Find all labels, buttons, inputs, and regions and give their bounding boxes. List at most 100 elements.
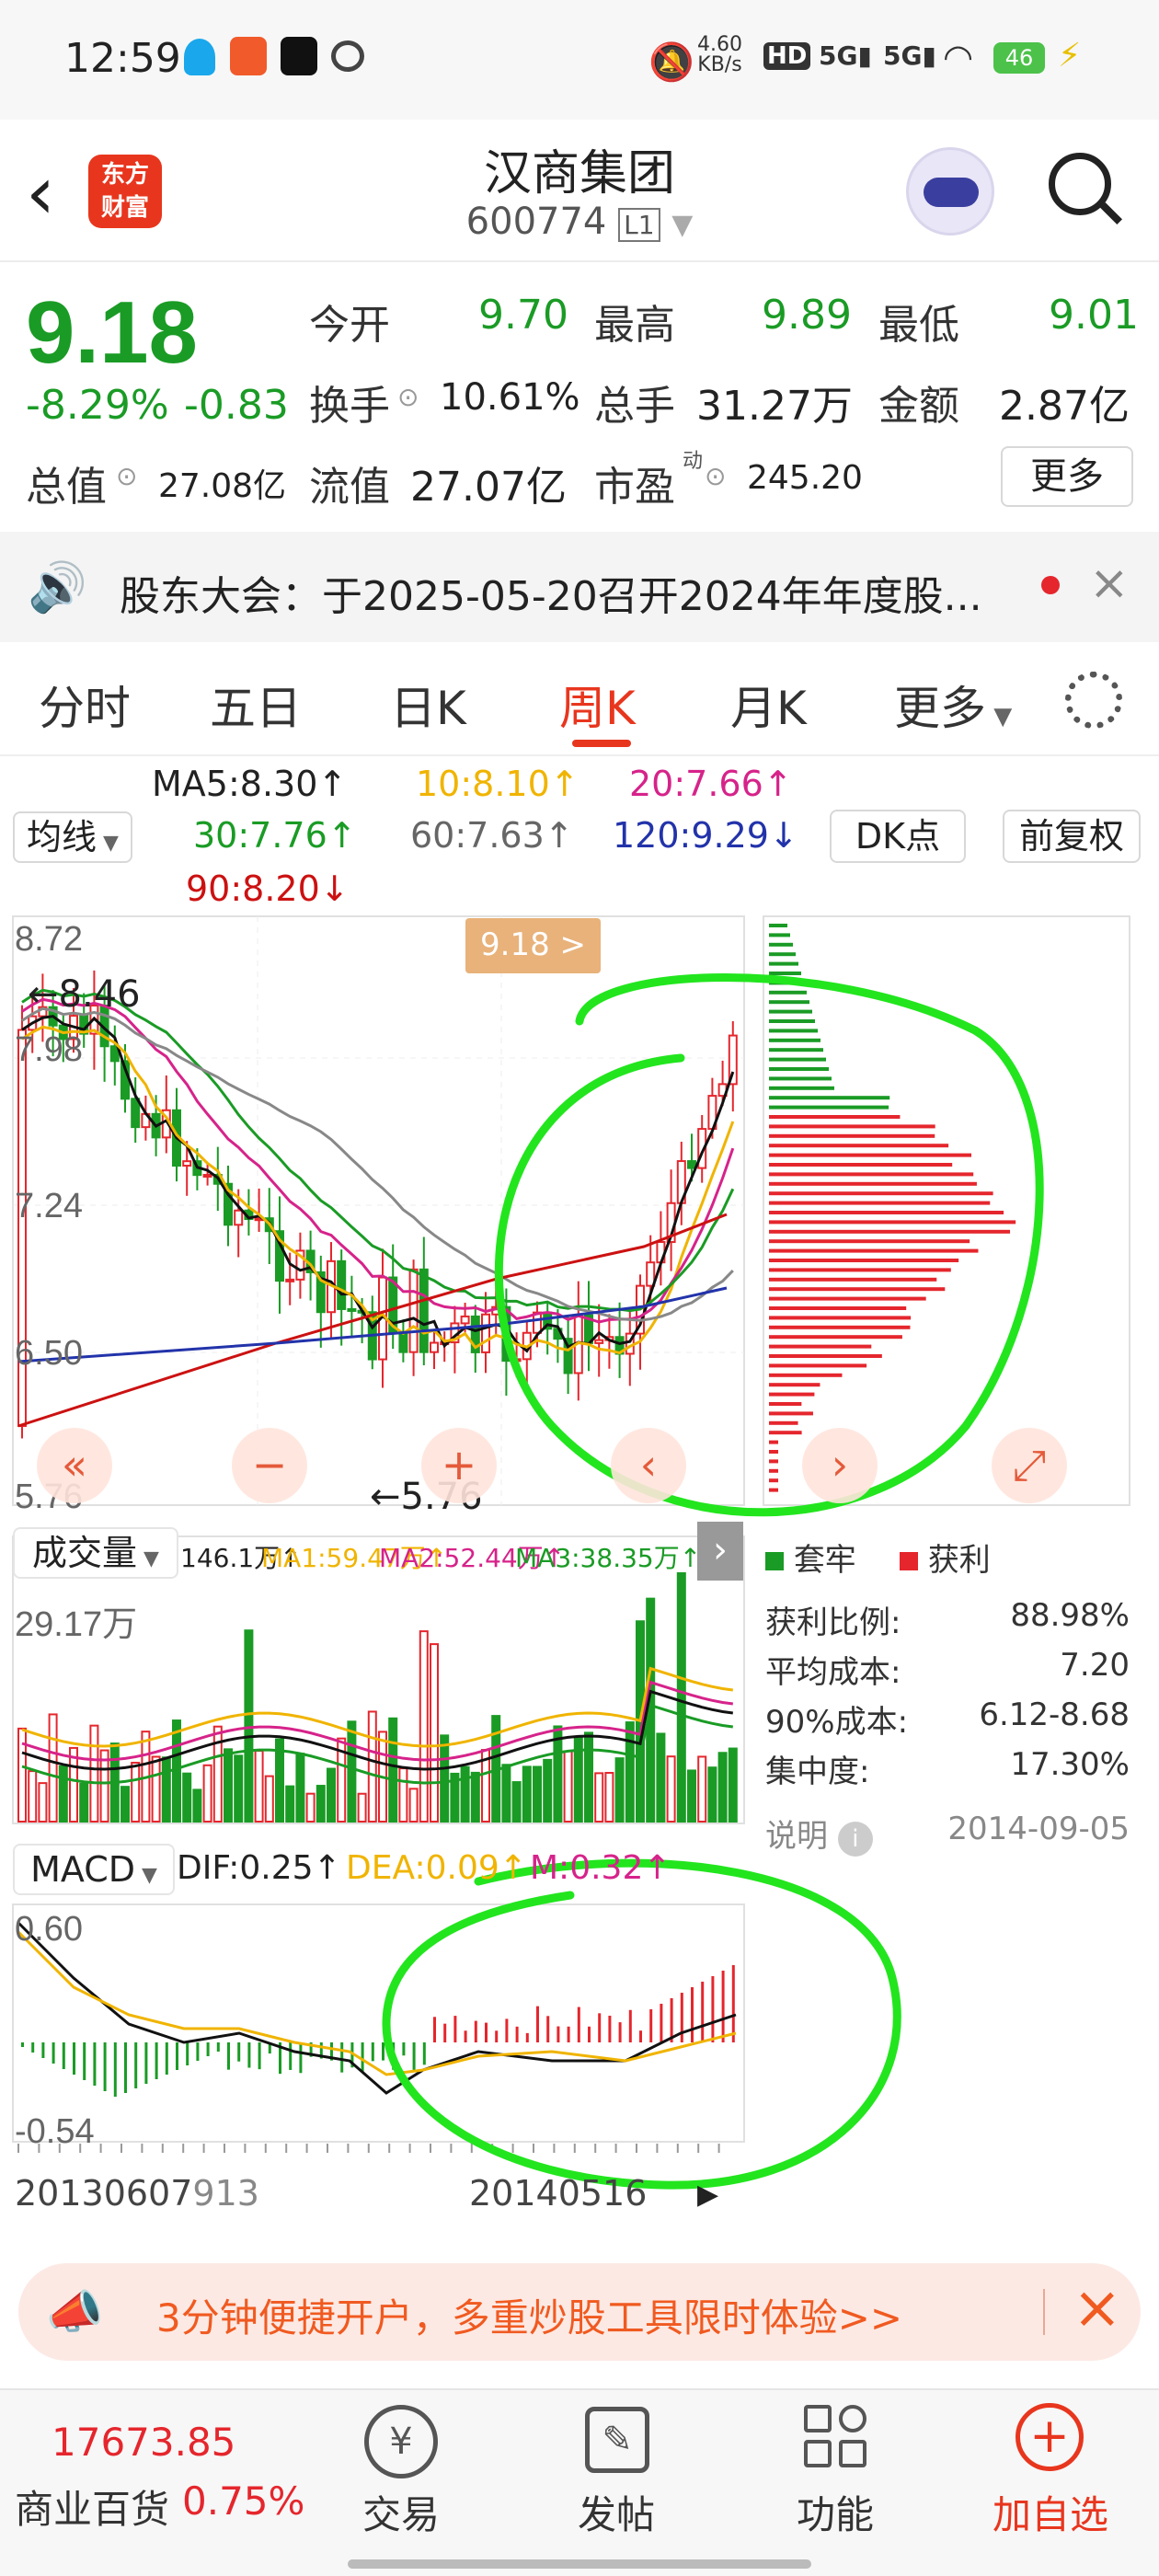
dk-point-button[interactable]: DK点 [830,810,966,863]
volume-bar [604,1772,614,1823]
index-change[interactable]: 0.75% [182,2478,304,2524]
chip-bar [769,1468,778,1473]
candle-body [481,1313,490,1353]
pe-value: 245.20 [747,459,863,497]
chip-bar [769,1172,974,1177]
tab-weekly-k[interactable]: 周K [559,672,636,738]
wifi-icon: ◠ [943,37,974,77]
chip-bar [769,1277,937,1282]
close-icon[interactable]: × [1089,556,1130,611]
macd-bar [371,2042,374,2062]
add-icon[interactable]: + [1016,2403,1084,2471]
macd-bar [485,2022,488,2042]
macd-bar [144,2042,148,2084]
tab-monthly-k[interactable]: 月K [730,672,807,738]
scroll-left-icon[interactable]: ‹ [611,1428,686,1503]
candle-body [337,1259,347,1310]
y-label-3: 7.24 [15,1187,83,1225]
legend-swatch-red [900,1552,918,1570]
volume-bar [305,1792,316,1823]
grid-icon[interactable] [804,2405,868,2471]
promo-text: 3分钟便捷开户，多重炒股工具限时体验>> [156,2295,903,2340]
zoom-in-icon[interactable]: + [421,1428,497,1503]
edit-icon[interactable]: ✎ [585,2407,649,2473]
chip-row-value: 88.98% [1010,1597,1130,1634]
ma-line [21,997,735,1324]
volume-bar [430,1643,439,1823]
tab-intraday[interactable]: 分时 [39,672,131,738]
more-button[interactable]: 更多 [1001,446,1133,507]
indicator-selector-macd[interactable]: MACD ▼ [13,1844,175,1895]
unread-dot [1041,576,1060,594]
change-pct: -8.29% [26,382,169,429]
nav-post[interactable]: 发帖 [524,2484,708,2540]
macd-bar [340,2042,344,2073]
info-icon[interactable]: ⊙ [397,382,419,412]
volume-bar [460,1765,470,1823]
promo-banner[interactable]: 📣 3分钟便捷开户，多重炒股工具限时体验>> × [18,2263,1141,2361]
volume-bar [316,1785,326,1823]
legend-swatch-green [765,1552,784,1570]
grid-icon-cell [839,2440,866,2467]
scroll-left-fast-icon[interactable]: « [37,1428,112,1503]
volume-bar [347,1720,357,1823]
macd-bar [196,2042,200,2061]
change-abs: -0.83 [184,382,289,429]
chip-bar [769,1153,972,1157]
index-name[interactable]: 商业百货 [15,2478,169,2535]
chip-bar [769,1392,815,1397]
volume-bar [666,1755,676,1823]
indicator-selector-volume[interactable]: 成交量 ▼ [13,1527,178,1579]
candle-body [234,1209,244,1226]
collapse-panel-icon[interactable]: › [697,1522,743,1581]
announcement-bar[interactable]: 🔊 股东大会：于2025-05-20召开2024年年度股... × [0,532,1159,642]
macd-dea: DEA:0.09↑ [346,1849,527,1887]
legend-trapped-label: 套牢 [793,1542,856,1579]
macd-dif: DIF:0.25↑ [177,1849,341,1887]
settings-icon[interactable] [1065,672,1122,729]
close-icon[interactable]: × [1073,2274,1122,2342]
chip-bar [769,1450,778,1454]
zoom-out-icon[interactable]: − [232,1428,307,1503]
chip-bar [769,1038,820,1042]
tab-more[interactable]: 更多 ▼ [894,672,1012,738]
fullscreen-icon[interactable]: ⤢ [992,1428,1067,1503]
macd-bar [525,2032,529,2042]
macd-bar [721,1971,725,2042]
tab-five-day[interactable]: 五日 [210,672,302,738]
time-axis [17,2144,720,2153]
search-icon-handle [1099,201,1123,225]
chip-bar [769,1363,867,1368]
chip-bar [769,1478,778,1483]
chip-bar [769,1335,902,1340]
moon-icon [331,40,364,72]
index-value[interactable]: 17673.85 [52,2420,235,2465]
scroll-right-icon[interactable]: › [802,1428,878,1503]
macd-bar [505,2018,509,2042]
mcap-label: 总值 [26,464,107,511]
chip-bar [769,1009,812,1014]
volume-bar [419,1630,429,1823]
price-tag[interactable]: 9.18 > [465,918,601,973]
nav-add-watchlist[interactable]: 加自选 [958,2484,1142,2540]
turnover-value: 10.61% [440,376,580,419]
nav-trade[interactable]: 交易 [309,2484,493,2540]
tab-daily-k[interactable]: 日K [390,672,466,738]
info-icon[interactable]: ⊙ [705,461,726,491]
info-icon[interactable]: ⊙ [116,461,137,491]
candle-body [131,1098,141,1129]
robot-avatar[interactable] [906,147,994,236]
forward-adjust-button[interactable]: 前复权 [1003,810,1141,863]
macd-bar [93,2042,97,2086]
chip-bar [769,1124,935,1129]
chip-help[interactable]: 说明 i [765,1811,873,1857]
ma-selector[interactable]: 均线 ▼ [13,811,132,863]
back-icon[interactable]: ‹ [26,156,55,230]
volume-bar [584,1731,593,1823]
macd-bar [495,2030,499,2042]
nav-function[interactable]: 功能 [743,2484,927,2540]
stock-code-selector[interactable]: 600774 L1 ▼ [396,201,763,243]
candles [17,970,738,1439]
tab-more-label: 更多 [894,682,986,735]
trade-icon[interactable]: ¥ [364,2405,438,2478]
